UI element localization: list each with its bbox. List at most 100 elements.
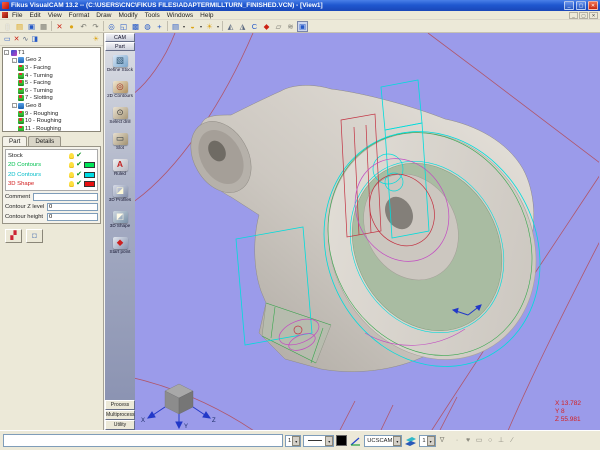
chevron-down-icon[interactable]: ▾ [393, 436, 401, 446]
viewport-canvas[interactable]: X Y Z X 13.782 Y 8 Z 55.981 [135, 33, 599, 430]
process-tab[interactable]: Process [105, 400, 135, 410]
plane-icon[interactable]: ▱ [273, 21, 284, 32]
tree-operation[interactable]: 3 - Facing [4, 64, 99, 72]
filter-icon[interactable]: ∇ [438, 435, 447, 446]
chevron-down-icon[interactable]: ▾ [325, 436, 333, 446]
cam-tab[interactable]: CAM [105, 33, 135, 42]
minimize-button[interactable]: _ [564, 1, 574, 10]
geometry-row-2d-contours[interactable]: 2D Contours ✔ [7, 161, 96, 171]
statistics-icon[interactable]: ∿ [23, 34, 29, 45]
tab-part[interactable]: Part [2, 136, 27, 146]
visibility-bulb-icon[interactable] [69, 181, 74, 187]
snap-point-icon[interactable]: · [453, 435, 462, 446]
snap-line-icon[interactable]: ∕ [508, 435, 517, 446]
child-minimize-button[interactable]: _ [569, 12, 578, 19]
viewport[interactable]: X Y Z X 13.782 Y 8 Z 55.981 [135, 33, 600, 430]
snap-ball-icon[interactable]: ● [66, 21, 77, 32]
tree-operation[interactable]: 6 - Turning [4, 87, 99, 95]
command-input[interactable] [3, 434, 283, 447]
utility-tab[interactable]: Utility [105, 420, 135, 430]
tree-operation[interactable]: 10 - Roughing [4, 117, 99, 125]
chevron-down-icon[interactable]: ▾ [292, 436, 300, 446]
chevron-down-icon[interactable]: ▾ [427, 436, 435, 446]
3d-profiles-button[interactable]: ◪ 3D Profiles [105, 181, 135, 207]
check-icon[interactable]: ✔ [76, 171, 82, 179]
menu-format[interactable]: Format [66, 12, 93, 19]
palette-icon[interactable]: ◒ [187, 21, 198, 32]
menu-edit[interactable]: Edit [26, 12, 43, 19]
visibility-bulb-icon[interactable] [69, 172, 74, 178]
layer-select[interactable]: 1 ▾ [419, 435, 435, 447]
child-close-button[interactable]: ✕ [589, 12, 598, 19]
menu-view[interactable]: View [45, 12, 65, 19]
ucs-select[interactable]: UCSCAM ▾ [364, 435, 402, 447]
close-button[interactable]: ✕ [588, 1, 598, 10]
lamp-dropdown-icon[interactable]: ▾ [216, 24, 220, 29]
lamp-icon[interactable]: ☀ [204, 21, 215, 32]
tab-details[interactable]: Details [28, 136, 61, 146]
snap-favorite-icon[interactable]: ♥ [464, 435, 473, 446]
comment-input[interactable] [33, 193, 98, 201]
visibility-bulb-icon[interactable] [69, 162, 74, 168]
lamp-panel-icon[interactable]: ☀ [93, 34, 99, 45]
pen-select[interactable]: 1 ▾ [285, 435, 301, 447]
contour-height-input[interactable] [47, 213, 98, 221]
postprocess-icon[interactable]: ◆ [261, 21, 272, 32]
3d-shape-button[interactable]: ◩ 3D Shape [105, 207, 135, 233]
check-icon[interactable]: ✔ [76, 152, 82, 160]
screen-icon[interactable]: ▭ [4, 34, 11, 45]
collapse-icon[interactable]: - [12, 58, 17, 63]
machine-setup-icon[interactable]: ◭ [225, 21, 236, 32]
geometry-row-3d-shape[interactable]: 3D Shape ✔ [7, 180, 96, 190]
define-stock-button[interactable]: ▧ Define Stock [105, 51, 135, 77]
zoom-select-icon[interactable]: ◎ [106, 21, 117, 32]
orbit-icon[interactable]: ◍ [142, 21, 153, 32]
menu-help[interactable]: Help [197, 12, 216, 19]
save-icon[interactable]: ▣ [26, 21, 37, 32]
zoom-window-icon[interactable]: ◱ [118, 21, 129, 32]
color-swatch[interactable] [84, 172, 95, 178]
cnc-program-icon[interactable]: C [249, 21, 260, 32]
tree-operation[interactable]: 7 - Slotting [4, 95, 99, 103]
delete-operation-icon[interactable]: ✕ [14, 34, 20, 45]
tree-node-geo2[interactable]: - Geo 2 [4, 57, 99, 65]
current-color-swatch[interactable] [336, 435, 347, 446]
tree-operation[interactable]: 9 - Roughing [4, 110, 99, 118]
layers-dropdown-icon[interactable]: ▾ [182, 24, 186, 29]
view-manager-icon[interactable]: ▣ [297, 21, 308, 32]
tree-operation[interactable]: 5 - Facing [4, 79, 99, 87]
contours-view-button[interactable]: ▞ [5, 229, 22, 243]
select-drill-button[interactable]: ⊙ Select drill [105, 103, 135, 129]
snap-rectangle-icon[interactable]: ▭ [475, 435, 484, 446]
child-restore-button[interactable]: ▢ [579, 12, 588, 19]
tool-library-icon[interactable]: ◮ [237, 21, 248, 32]
snap-perpendicular-icon[interactable]: ⊥ [497, 435, 506, 446]
tree-node-root[interactable]: - T1 [4, 49, 99, 57]
menu-modify[interactable]: Modify [115, 12, 140, 19]
linestyle-select[interactable]: ▾ [303, 435, 334, 447]
menu-file[interactable]: File [9, 12, 25, 19]
new-icon[interactable]: ▯ [2, 21, 13, 32]
color-swatch[interactable] [84, 181, 95, 187]
slot-button[interactable]: ▭ Slot [105, 129, 135, 155]
contour-z-input[interactable] [47, 203, 98, 211]
layers-icon[interactable] [404, 435, 417, 447]
tree-operation[interactable]: 11 - Roughing [4, 125, 99, 132]
collapse-icon[interactable]: - [12, 103, 17, 108]
visibility-bulb-icon[interactable] [69, 153, 74, 159]
solid-view-button[interactable]: ◘ [26, 229, 43, 243]
print-icon[interactable]: ▦ [38, 21, 49, 32]
collapse-icon[interactable]: - [4, 50, 9, 55]
geometry-row-stock[interactable]: Stock ✔ [7, 151, 96, 161]
delete-icon[interactable]: ✕ [54, 21, 65, 32]
pan-icon[interactable]: + [154, 21, 165, 32]
exit-icon[interactable]: ◨ [31, 34, 38, 45]
undo-icon[interactable]: ↶ [78, 21, 89, 32]
geometry-row-2d-contours-2[interactable]: 2D Contours ✔ [7, 170, 96, 180]
snap-circle-icon[interactable]: ○ [486, 435, 495, 446]
ucs-icon[interactable] [349, 435, 362, 447]
menu-draw[interactable]: Draw [93, 12, 114, 19]
redo-icon[interactable]: ↷ [90, 21, 101, 32]
fit-view-icon[interactable]: ▩ [130, 21, 141, 32]
2d-contours-button[interactable]: ◎ 2D Contours [105, 77, 135, 103]
